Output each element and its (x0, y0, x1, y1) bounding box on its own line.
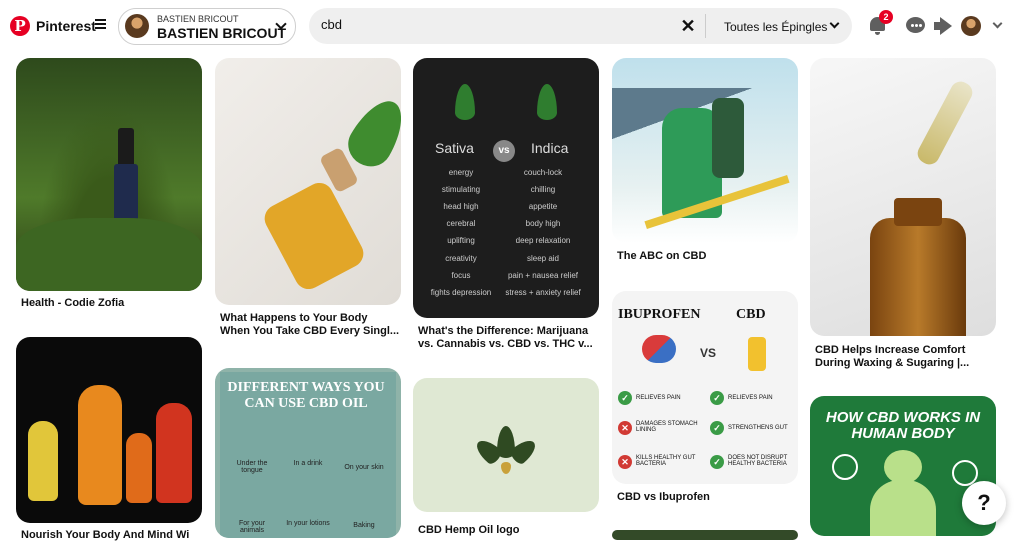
sativa-item: fights depression (430, 288, 492, 297)
ibuprofen-title: IBUPROFEN (618, 307, 701, 322)
pinterest-logo-icon[interactable]: P (10, 16, 30, 36)
help-button[interactable]: ? (962, 481, 1006, 525)
sativa-item: head high (443, 202, 479, 211)
clear-search-icon[interactable]: ✕ (679, 16, 697, 36)
infographic-label: In a drink (293, 460, 323, 467)
cbd-item: STRENGTHENS GUT (728, 425, 788, 431)
pin-caption: What Happens to Your Body When You Take … (220, 312, 400, 337)
pin-card[interactable]: CBD Helps Increase Comfort During Waxing… (810, 58, 996, 373)
pin-image[interactable]: IBUPROFEN CBD VS ✓ RELIEVES PAIN ✕ DAMAG… (612, 291, 798, 484)
brand-name[interactable]: Pinterest (36, 18, 96, 34)
messages-icon[interactable] (905, 14, 929, 38)
indica-item: body high (525, 219, 561, 228)
pin-card[interactable]: DIFFERENT WAYS YOU CAN USE CBD OIL Under… (215, 368, 401, 538)
pin-caption: What's the Difference: Marijuana vs. Can… (418, 325, 593, 350)
indica-item: sleep aid (526, 254, 560, 263)
account-name: BASTIEN BRICOUT (157, 25, 287, 41)
pin-caption: CBD Hemp Oil logo (418, 524, 520, 536)
indica-item: couch-lock (523, 168, 563, 177)
pin-image[interactable] (810, 58, 996, 336)
account-switcher[interactable]: BASTIEN BRICOUT BASTIEN BRICOUT (118, 8, 296, 45)
updates-megaphone-icon[interactable] (931, 14, 955, 38)
ibuprofen-item: KILLS HEALTHY GUT BACTERIA (636, 455, 696, 467)
vs-badge: vs (493, 140, 515, 162)
pin-image[interactable] (612, 530, 798, 540)
pin-card[interactable]: CBD Hemp Oil logo (413, 378, 599, 538)
ibuprofen-item: RELIEVES PAIN (636, 395, 681, 401)
indica-item: pain + nausea relief (507, 271, 579, 280)
cannabis-leaf-icon (455, 84, 475, 120)
pin-image[interactable] (16, 58, 202, 291)
pin-card[interactable]: Sativa vs Indica energy stimulating head… (413, 58, 599, 353)
sativa-item: cerebral (446, 219, 476, 228)
pin-image[interactable] (413, 378, 599, 512)
top-navigation-bar: P Pinterest BASTIEN BRICOUT BASTIEN BRIC… (0, 0, 1024, 52)
notification-badge: 2 (879, 10, 893, 24)
cbd-item: DOES NOT DISRUPT HEALTHY BACTERIA (728, 455, 788, 467)
account-username: BASTIEN BRICOUT (157, 14, 239, 24)
sativa-item: uplifting (447, 236, 475, 245)
search-input[interactable] (321, 17, 661, 32)
pin-image[interactable] (16, 337, 202, 523)
indica-item: appetite (528, 202, 558, 211)
infographic-title: DIFFERENT WAYS YOU CAN USE CBD OIL (227, 380, 385, 411)
pin-image[interactable] (612, 58, 798, 243)
cbd-item: RELIEVES PAIN (728, 395, 773, 401)
sativa-item: energy (448, 168, 474, 177)
menu-icon[interactable] (95, 19, 106, 29)
infographic-label: On your skin (344, 464, 384, 471)
profile-avatar[interactable] (961, 16, 981, 36)
search-divider (705, 14, 706, 38)
chevron-down-icon[interactable] (992, 18, 1003, 29)
pin-card[interactable]: Nourish Your Body And Mind Wi (16, 337, 202, 541)
sativa-item: creativity (445, 254, 477, 263)
search-scope-dropdown[interactable]: Toutes les Épingles (724, 20, 827, 34)
indica-item: chilling (530, 185, 556, 194)
chevron-down-icon[interactable] (829, 18, 840, 29)
pin-card[interactable] (612, 530, 798, 540)
infographic-label: Baking (353, 522, 375, 529)
sativa-item: stimulating (441, 185, 481, 194)
pin-card[interactable]: The ABC on CBD (612, 58, 798, 268)
avatar (125, 14, 149, 38)
vs-label: VS (700, 346, 717, 360)
pin-card[interactable]: IBUPROFEN CBD VS ✓ RELIEVES PAIN ✕ DAMAG… (612, 291, 798, 516)
infographic-label: For your animals (238, 520, 266, 534)
search-bar: ✕ Toutes les Épingles (309, 8, 852, 44)
pin-caption: CBD vs Ibuprofen (617, 491, 710, 503)
pin-card[interactable]: What Happens to Your Body When You Take … (215, 58, 401, 343)
pin-caption: The ABC on CBD (617, 250, 707, 262)
pin-card[interactable]: Health - Codie Zofia (16, 58, 202, 318)
indica-item: stress + anxiety relief (505, 288, 581, 297)
pin-image[interactable]: DIFFERENT WAYS YOU CAN USE CBD OIL Under… (215, 368, 401, 538)
cannabis-leaf-icon (537, 84, 557, 120)
pin-image[interactable]: Sativa vs Indica energy stimulating head… (413, 58, 599, 318)
cbd-title: CBD (736, 307, 766, 322)
pin-caption: Nourish Your Body And Mind Wi (21, 529, 190, 541)
pin-caption: Health - Codie Zofia (21, 297, 125, 309)
pin-caption: CBD Helps Increase Comfort During Waxing… (815, 344, 970, 369)
infographic-label: In your lotions (286, 520, 330, 527)
indica-title: Indica (531, 140, 569, 156)
sativa-title: Sativa (435, 140, 474, 156)
brain-icon (832, 454, 858, 480)
infographic-title: HOW CBD WORKS IN HUMAN BODY (825, 409, 981, 442)
ibuprofen-item: DAMAGES STOMACH LINING (636, 421, 698, 433)
sativa-item: focus (451, 271, 471, 280)
indica-item: deep relaxation (515, 236, 571, 245)
pin-image[interactable] (215, 58, 401, 305)
infographic-label: Under the tongue (236, 460, 268, 474)
